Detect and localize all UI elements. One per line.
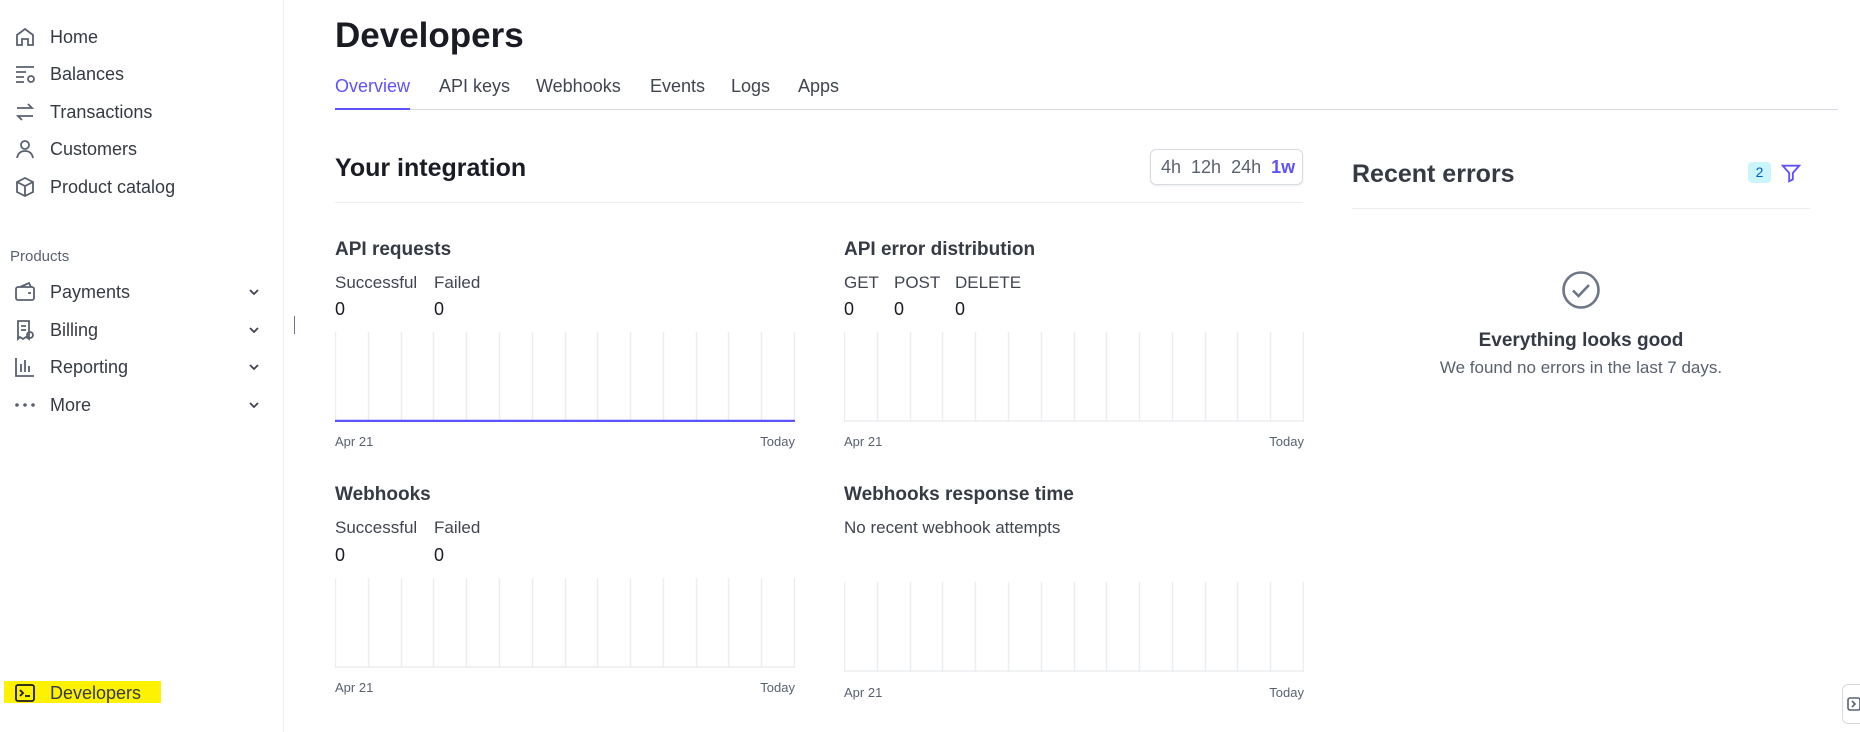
integration-title: Your integration	[335, 154, 527, 182]
sidebar-item-label: Home	[50, 26, 99, 47]
sidebar-item-label: Payments	[50, 281, 131, 302]
time-range-4h[interactable]: 4h	[1161, 157, 1181, 178]
tab-webhooks[interactable]: Webhooks	[536, 74, 621, 110]
integration-divider	[335, 202, 1303, 203]
x-axis-start-label: Apr 21	[335, 434, 374, 449]
sidebar-item-label: Product catalog	[50, 176, 176, 197]
sidebar-item-label: More	[50, 394, 92, 415]
side-panel-toggle[interactable]	[1842, 684, 1860, 724]
api-requests-successful-label: Successful	[335, 273, 418, 292]
webhooks-response-title: Webhooks response time	[844, 484, 1074, 505]
sidebar: Home Balances Transactions Customers Pro…	[0, 0, 284, 732]
recent-errors-divider	[1352, 208, 1810, 209]
api-requests-title: API requests	[335, 239, 452, 260]
x-axis-end-label: Today	[1269, 434, 1304, 449]
sidebar-item-label: Billing	[50, 319, 99, 340]
api-errors-post-value: 0	[894, 299, 905, 319]
transactions-icon	[12, 99, 38, 125]
webhooks-failed-value: 0	[434, 545, 445, 565]
filter-icon[interactable]	[1780, 162, 1802, 184]
api-requests-failed-label: Failed	[434, 273, 481, 292]
sidebar-item-product-catalog[interactable]: Product catalog	[12, 172, 262, 202]
api-requests-failed-value: 0	[434, 299, 445, 319]
tab-logs[interactable]: Logs	[731, 74, 770, 110]
sidebar-item-transactions[interactable]: Transactions	[12, 97, 262, 127]
time-range-toggle: 4h 12h 24h 1w	[1150, 149, 1303, 185]
check-circle-icon	[1562, 271, 1600, 309]
api-requests-chart[interactable]	[335, 332, 795, 422]
balances-icon	[12, 61, 38, 87]
x-axis-end-label: Today	[1269, 685, 1304, 700]
sidebar-item-balances[interactable]: Balances	[12, 59, 262, 89]
sidebar-item-label: Transactions	[50, 101, 153, 122]
tab-events[interactable]: Events	[650, 74, 705, 110]
sidebar-item-reporting[interactable]: Reporting	[12, 352, 262, 382]
chart-grid	[335, 332, 795, 422]
sidebar-item-home[interactable]: Home	[12, 22, 262, 52]
tab-overview[interactable]: Overview	[335, 74, 411, 110]
recent-errors-title: Recent errors	[1352, 160, 1515, 188]
api-errors-delete-label: DELETE	[955, 273, 1022, 292]
more-icon	[12, 392, 38, 418]
errors-count-badge: 2	[1748, 162, 1771, 183]
webhooks-response-chart[interactable]	[844, 582, 1304, 672]
sidebar-item-billing[interactable]: Billing	[12, 315, 262, 345]
reporting-icon	[12, 354, 38, 380]
sidebar-item-label: Balances	[50, 63, 125, 84]
tab-apps[interactable]: Apps	[798, 74, 839, 110]
webhooks-response-note: No recent webhook attempts	[844, 518, 1061, 537]
time-range-1w[interactable]: 1w	[1271, 157, 1295, 178]
chevron-down-icon[interactable]	[246, 284, 262, 300]
api-errors-title: API error distribution	[844, 239, 1036, 260]
api-errors-get-value: 0	[844, 299, 855, 319]
billing-icon	[12, 317, 38, 343]
product-catalog-icon	[12, 174, 38, 200]
api-errors-delete-value: 0	[955, 299, 966, 319]
webhooks-chart[interactable]	[335, 578, 795, 668]
page-title: Developers	[335, 16, 524, 55]
sidebar-item-more[interactable]: More	[12, 390, 262, 420]
x-axis-end-label: Today	[760, 434, 795, 449]
empty-state-title: Everything looks good	[1478, 330, 1684, 351]
time-range-24h[interactable]: 24h	[1231, 157, 1261, 178]
x-axis-start-label: Apr 21	[844, 434, 883, 449]
chevron-down-icon[interactable]	[246, 322, 262, 338]
chart-grid	[335, 578, 795, 668]
api-requests-successful-value: 0	[335, 299, 346, 319]
sidebar-item-customers[interactable]: Customers	[12, 134, 262, 164]
terminal-icon	[12, 680, 38, 706]
chart-grid	[844, 332, 1304, 422]
sidebar-item-label: Developers	[50, 682, 142, 703]
sidebar-resize-handle[interactable]	[294, 316, 295, 334]
x-axis-start-label: Apr 21	[335, 680, 374, 695]
panel-expand-icon	[1847, 697, 1860, 711]
payments-icon	[12, 279, 38, 305]
sidebar-item-label: Customers	[50, 138, 138, 159]
api-errors-get-label: GET	[844, 273, 879, 292]
customers-icon	[12, 136, 38, 162]
x-axis-start-label: Apr 21	[844, 685, 883, 700]
empty-state-description: We found no errors in the last 7 days.	[1439, 358, 1723, 377]
chevron-down-icon[interactable]	[246, 397, 262, 413]
tab-bar: Overview API keys Webhooks Events Logs A…	[335, 74, 1838, 110]
home-icon	[12, 24, 38, 50]
sidebar-item-developers[interactable]: Developers	[12, 678, 262, 708]
section-label-products: Products	[10, 248, 70, 265]
chart-grid	[844, 582, 1304, 672]
webhooks-title: Webhooks	[335, 484, 431, 505]
api-errors-chart[interactable]	[844, 332, 1304, 422]
webhooks-successful-value: 0	[335, 545, 346, 565]
chevron-down-icon[interactable]	[246, 359, 262, 375]
x-axis-end-label: Today	[760, 680, 795, 695]
sidebar-item-payments[interactable]: Payments	[12, 277, 262, 307]
sidebar-item-label: Reporting	[50, 356, 129, 377]
time-range-12h[interactable]: 12h	[1191, 157, 1221, 178]
api-errors-post-label: POST	[894, 273, 941, 292]
webhooks-failed-label: Failed	[434, 518, 481, 537]
tab-api-keys[interactable]: API keys	[439, 74, 510, 110]
webhooks-successful-label: Successful	[335, 518, 418, 537]
